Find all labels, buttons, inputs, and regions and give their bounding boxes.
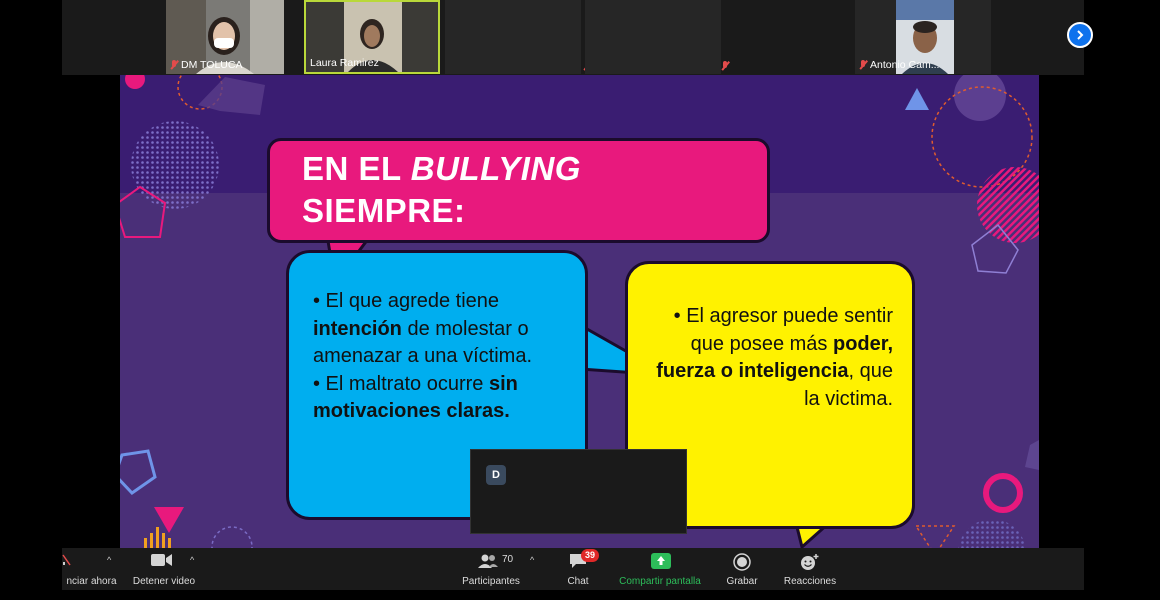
participant-tile-antonio[interactable]: Antonio Cam...: [855, 0, 991, 74]
meeting-toolbar: ^ nciar ahora Detener video ^ 70 Partici…: [62, 548, 1084, 590]
bold-run: intención: [313, 317, 402, 340]
mic-muted-icon: [170, 60, 178, 70]
record-label: Grabar: [726, 576, 758, 587]
reactions-button[interactable]: Reacciones: [782, 548, 838, 590]
text-run: • El maltrato ocurre: [313, 372, 489, 395]
participants-button[interactable]: 70 Participantes: [454, 548, 528, 590]
share-screen-icon: [651, 553, 671, 569]
start-audio-button[interactable]: ^ nciar ahora: [62, 548, 118, 590]
blue-bubble-text: • El que agrede tiene intención de moles…: [313, 288, 583, 426]
participant-name-label: Laura Ramirez: [310, 57, 379, 69]
yellow-bubble-text: • El agresor puede sentir que posee más …: [640, 303, 893, 413]
participant-tile-4[interactable]: [585, 0, 727, 74]
chevron-up-icon[interactable]: ^: [530, 555, 534, 565]
participant-tile-laura-ramirez[interactable]: Laura Ramirez: [304, 0, 440, 74]
mic-muted-icon: [721, 61, 729, 71]
participant-name: Laura Ramirez: [310, 57, 379, 69]
chevron-right-icon: [1077, 30, 1084, 40]
record-button[interactable]: Grabar: [722, 548, 762, 590]
reactions-label: Reacciones: [783, 576, 837, 587]
participants-icon: [478, 554, 498, 568]
participant-strip: DM TOLUCA Laura Ramirez Antonio Cam...: [62, 0, 1093, 75]
share-screen-label: Compartir pantalla: [619, 576, 701, 587]
chat-unread-badge: 39: [581, 549, 600, 562]
chat-label: Chat: [567, 576, 589, 587]
participant-name-label: [721, 61, 729, 71]
chat-preview-popup[interactable]: D: [470, 449, 687, 534]
title-italic: BULLYING: [410, 150, 581, 187]
participant-name: DM TOLUCA: [181, 59, 243, 71]
stop-video-label: Detener video: [132, 576, 196, 587]
participant-name-label: DM TOLUCA: [170, 59, 242, 71]
next-page-button[interactable]: [1067, 22, 1093, 48]
start-audio-label: nciar ahora: [66, 576, 117, 587]
participants-count: 70: [502, 554, 514, 565]
text-run: • El que agrede tiene: [313, 290, 500, 312]
avatar: D: [486, 465, 506, 485]
emoji-add-icon: [801, 554, 819, 570]
participant-name: Antonio Cam...: [870, 59, 940, 71]
slide-title: EN EL BULLYING SIEMPRE:: [302, 148, 581, 232]
headphone-muted-icon: [62, 554, 71, 566]
record-icon: [733, 553, 751, 571]
title-line2: SIEMPRE:: [302, 192, 466, 229]
share-screen-button[interactable]: Compartir pantalla: [614, 548, 706, 590]
chat-button[interactable]: 39 Chat: [558, 548, 600, 590]
participant-tile-dm-toluca[interactable]: DM TOLUCA: [166, 0, 284, 74]
mic-muted-icon: [859, 60, 867, 70]
chevron-up-icon[interactable]: ^: [107, 555, 111, 565]
participant-name-label: Antonio Cam...: [859, 59, 939, 71]
chevron-up-icon[interactable]: ^: [190, 555, 194, 565]
title-prefix: EN EL: [302, 150, 411, 187]
zoom-meeting-window: DM TOLUCA Laura Ramirez Antonio Cam... E…: [0, 0, 1160, 600]
participants-label: Participantes: [462, 576, 520, 587]
video-camera-icon: [151, 554, 172, 566]
participant-tile-3[interactable]: [445, 0, 589, 74]
